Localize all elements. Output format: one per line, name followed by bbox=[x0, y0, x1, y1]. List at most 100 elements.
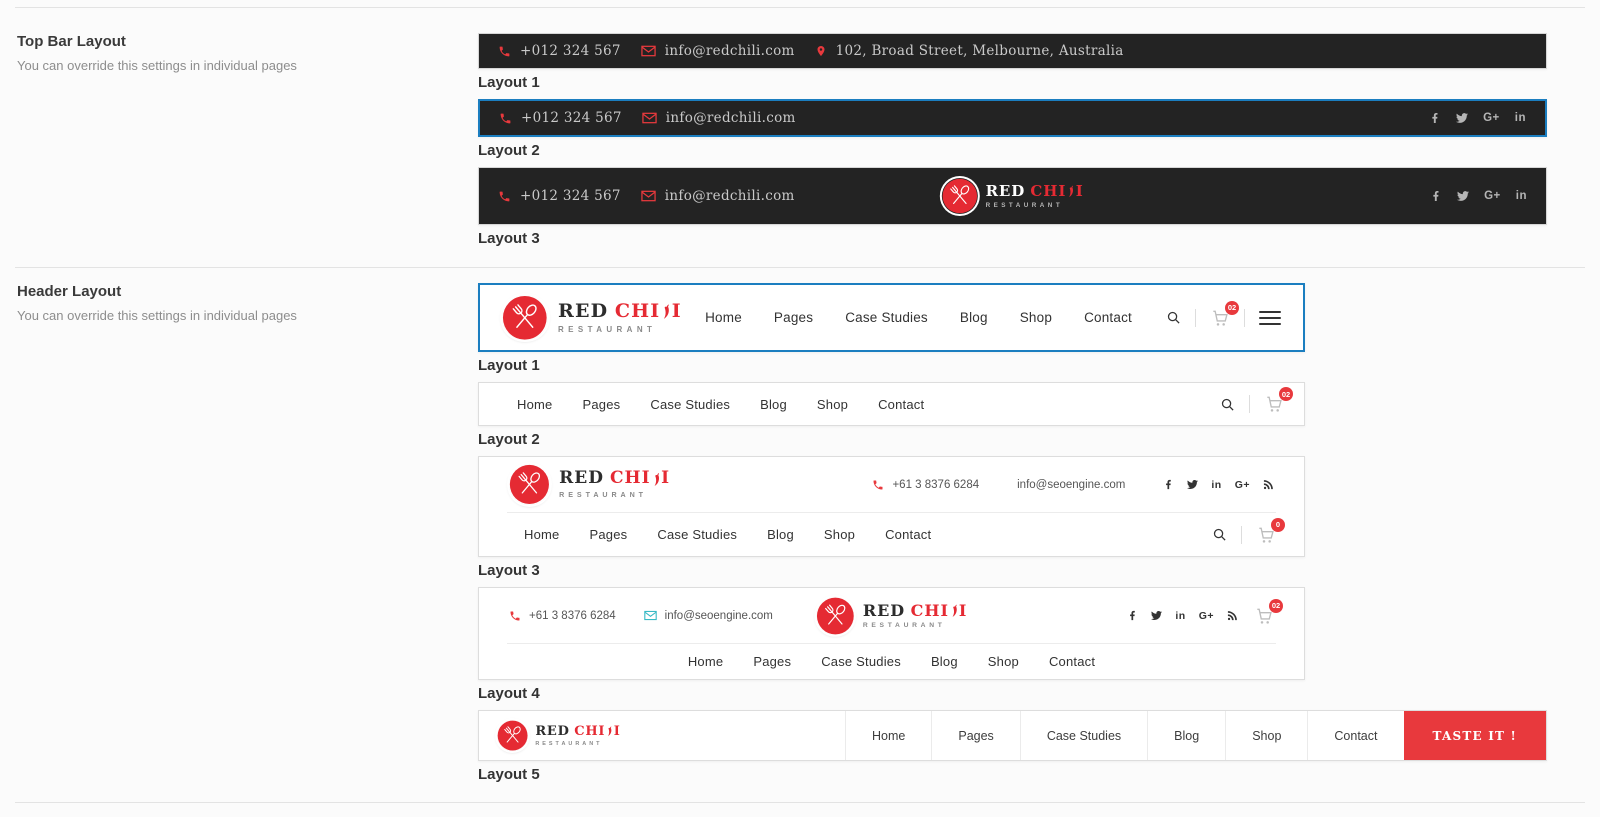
cutlery-logo-icon bbox=[502, 295, 548, 341]
cart-icon: 0 bbox=[1256, 525, 1276, 545]
brand-tagline: RESTAURANT bbox=[535, 741, 620, 747]
phone-number: +61 3 8376 6284 bbox=[892, 479, 979, 491]
header-layout-4-option[interactable]: +61 3 8376 6284 info@seoengine.com REDCH… bbox=[478, 587, 1547, 702]
header-preview-1-selected: REDCHII RESTAURANT HomePagesCase Studies… bbox=[478, 283, 1305, 352]
cutlery-logo-icon bbox=[497, 720, 528, 751]
email-address: info@redchili.com bbox=[666, 110, 796, 126]
nav-item: Home bbox=[688, 654, 723, 669]
social-icons: G+ in bbox=[1430, 190, 1527, 202]
header-layout-3-option[interactable]: REDCHII RESTAURANT +61 3 8376 6284 info@… bbox=[478, 456, 1547, 579]
twitter-icon bbox=[1187, 479, 1198, 490]
brand-tagline: RESTAURANT bbox=[559, 491, 670, 499]
phone-icon bbox=[498, 45, 511, 58]
brand-tagline: RESTAURANT bbox=[986, 202, 1084, 209]
nav-item: Pages bbox=[753, 654, 791, 669]
nav-item: Pages bbox=[589, 527, 627, 542]
brand-name-red: RED bbox=[863, 602, 905, 619]
nav-item: Case Studies bbox=[845, 310, 928, 325]
header-icons: 02 bbox=[1166, 307, 1281, 329]
email-contact: info@redchili.com bbox=[641, 188, 795, 204]
main-nav: HomePagesCase StudiesBlogShopContact bbox=[517, 397, 924, 412]
section-subtitle: You can override this settings in indivi… bbox=[17, 308, 478, 323]
brand-name-chili: CHII bbox=[610, 470, 670, 489]
main-nav: HomePagesCase StudiesBlogShopContact TAS… bbox=[845, 711, 1546, 760]
nav-item: Pages bbox=[582, 397, 620, 412]
email-contact: info@seoengine.com bbox=[1017, 479, 1125, 491]
phone-contact: +61 3 8376 6284 bbox=[872, 479, 979, 491]
layout-label: Layout 1 bbox=[478, 357, 1547, 374]
section-title: Top Bar Layout bbox=[17, 33, 478, 50]
phone-contact: +012 324 567 bbox=[498, 188, 621, 204]
header-layout-2-option[interactable]: HomePagesCase StudiesBlogShopContact 02 … bbox=[478, 382, 1547, 448]
chili-icon bbox=[950, 602, 958, 620]
nav-item: Blog bbox=[960, 310, 988, 325]
brand-name-chili: CHII bbox=[615, 301, 682, 322]
nav-item: Shop bbox=[988, 654, 1019, 669]
social-icons: in G+ bbox=[1127, 610, 1238, 622]
nav-item: Home bbox=[517, 397, 552, 412]
linkedin-icon: in bbox=[1175, 610, 1185, 622]
cart-count-badge: 0 bbox=[1271, 518, 1285, 532]
location-pin-icon bbox=[815, 43, 827, 59]
topbar-options: +012 324 567 info@redchili.com 102, Broa… bbox=[478, 8, 1547, 267]
email-contact: info@redchili.com bbox=[641, 43, 795, 59]
linkedin-icon: in bbox=[1211, 479, 1221, 491]
google-plus-icon: G+ bbox=[1235, 479, 1250, 491]
brand-name-red: RED bbox=[535, 725, 569, 739]
nav-item: Contact bbox=[1084, 310, 1132, 325]
phone-icon bbox=[499, 112, 512, 125]
brand-name-chili: CHII bbox=[574, 724, 620, 738]
nav-item: Shop bbox=[1020, 310, 1052, 325]
cart-icon: 02 bbox=[1210, 308, 1230, 328]
rss-icon bbox=[1227, 610, 1238, 621]
search-icon bbox=[1220, 397, 1235, 412]
header-layout-5-option[interactable]: RED CHII RESTAURANT HomePagesCase Studies… bbox=[478, 710, 1547, 783]
nav-item: Home bbox=[524, 527, 559, 542]
nav-item: Shop bbox=[817, 397, 848, 412]
topbar-layout-2-option[interactable]: +012 324 567 info@redchili.com G+ in bbox=[478, 99, 1547, 159]
nav-item: Blog bbox=[767, 527, 794, 542]
header-layout-1-option[interactable]: REDCHII RESTAURANT HomePagesCase Studies… bbox=[478, 283, 1547, 374]
cart-icon: 02 bbox=[1254, 606, 1274, 626]
facebook-icon bbox=[1163, 479, 1174, 490]
cart-count-badge: 02 bbox=[1269, 599, 1283, 613]
nav-item: Case Studies bbox=[657, 527, 737, 542]
nav-item: Blog bbox=[1147, 711, 1225, 760]
main-nav: HomePagesCase StudiesBlogShopContact bbox=[524, 527, 931, 542]
chili-icon bbox=[1067, 183, 1075, 200]
header-icons: in G+ 02 bbox=[1127, 606, 1274, 626]
facebook-icon bbox=[1429, 112, 1441, 124]
topbar-layout-1-option[interactable]: +012 324 567 info@redchili.com 102, Broa… bbox=[478, 33, 1547, 91]
layout-label: Layout 2 bbox=[478, 142, 1547, 159]
theme-options-page: Top Bar Layout You can override this set… bbox=[0, 0, 1600, 803]
main-nav: HomePagesCase StudiesBlogShopContact bbox=[705, 310, 1132, 325]
brand-logo: REDCHII RESTAURANT bbox=[941, 178, 1083, 214]
header-preview-5: RED CHII RESTAURANT HomePagesCase Studies… bbox=[478, 710, 1547, 761]
layout-label: Layout 5 bbox=[478, 766, 1547, 783]
nav-item: Pages bbox=[931, 711, 1019, 760]
topbar-preview-2-selected: +012 324 567 info@redchili.com G+ in bbox=[478, 99, 1547, 137]
envelope-icon bbox=[641, 45, 656, 57]
chili-icon bbox=[661, 301, 671, 322]
twitter-icon bbox=[1457, 190, 1469, 202]
nav-item: Blog bbox=[931, 654, 958, 669]
social-icons: in G+ bbox=[1163, 479, 1274, 491]
layout-label: Layout 2 bbox=[478, 431, 1547, 448]
nav-item: Blog bbox=[760, 397, 787, 412]
nav-item: Case Studies bbox=[1020, 711, 1147, 760]
envelope-icon bbox=[644, 610, 657, 621]
email-address: info@seoengine.com bbox=[1017, 479, 1125, 491]
topbar-layout-section: Top Bar Layout You can override this set… bbox=[0, 8, 1600, 267]
chili-icon bbox=[606, 724, 613, 738]
main-nav: HomePagesCase StudiesBlogShopContact bbox=[688, 654, 1095, 669]
brand-logo: REDCHII RESTAURANT bbox=[502, 295, 682, 341]
header-icons: 0 bbox=[1212, 525, 1276, 545]
topbar-layout-3-option[interactable]: +012 324 567 info@redchili.com REDCHII R… bbox=[478, 167, 1547, 247]
nav-item: Contact bbox=[878, 397, 924, 412]
cutlery-logo-icon bbox=[509, 464, 550, 505]
phone-number: +012 324 567 bbox=[520, 188, 621, 204]
brand-name-chili: CHII bbox=[1030, 183, 1083, 200]
vertical-divider bbox=[1244, 309, 1245, 327]
cart-count-badge: 02 bbox=[1225, 301, 1239, 315]
cart-count-badge: 02 bbox=[1279, 387, 1293, 401]
